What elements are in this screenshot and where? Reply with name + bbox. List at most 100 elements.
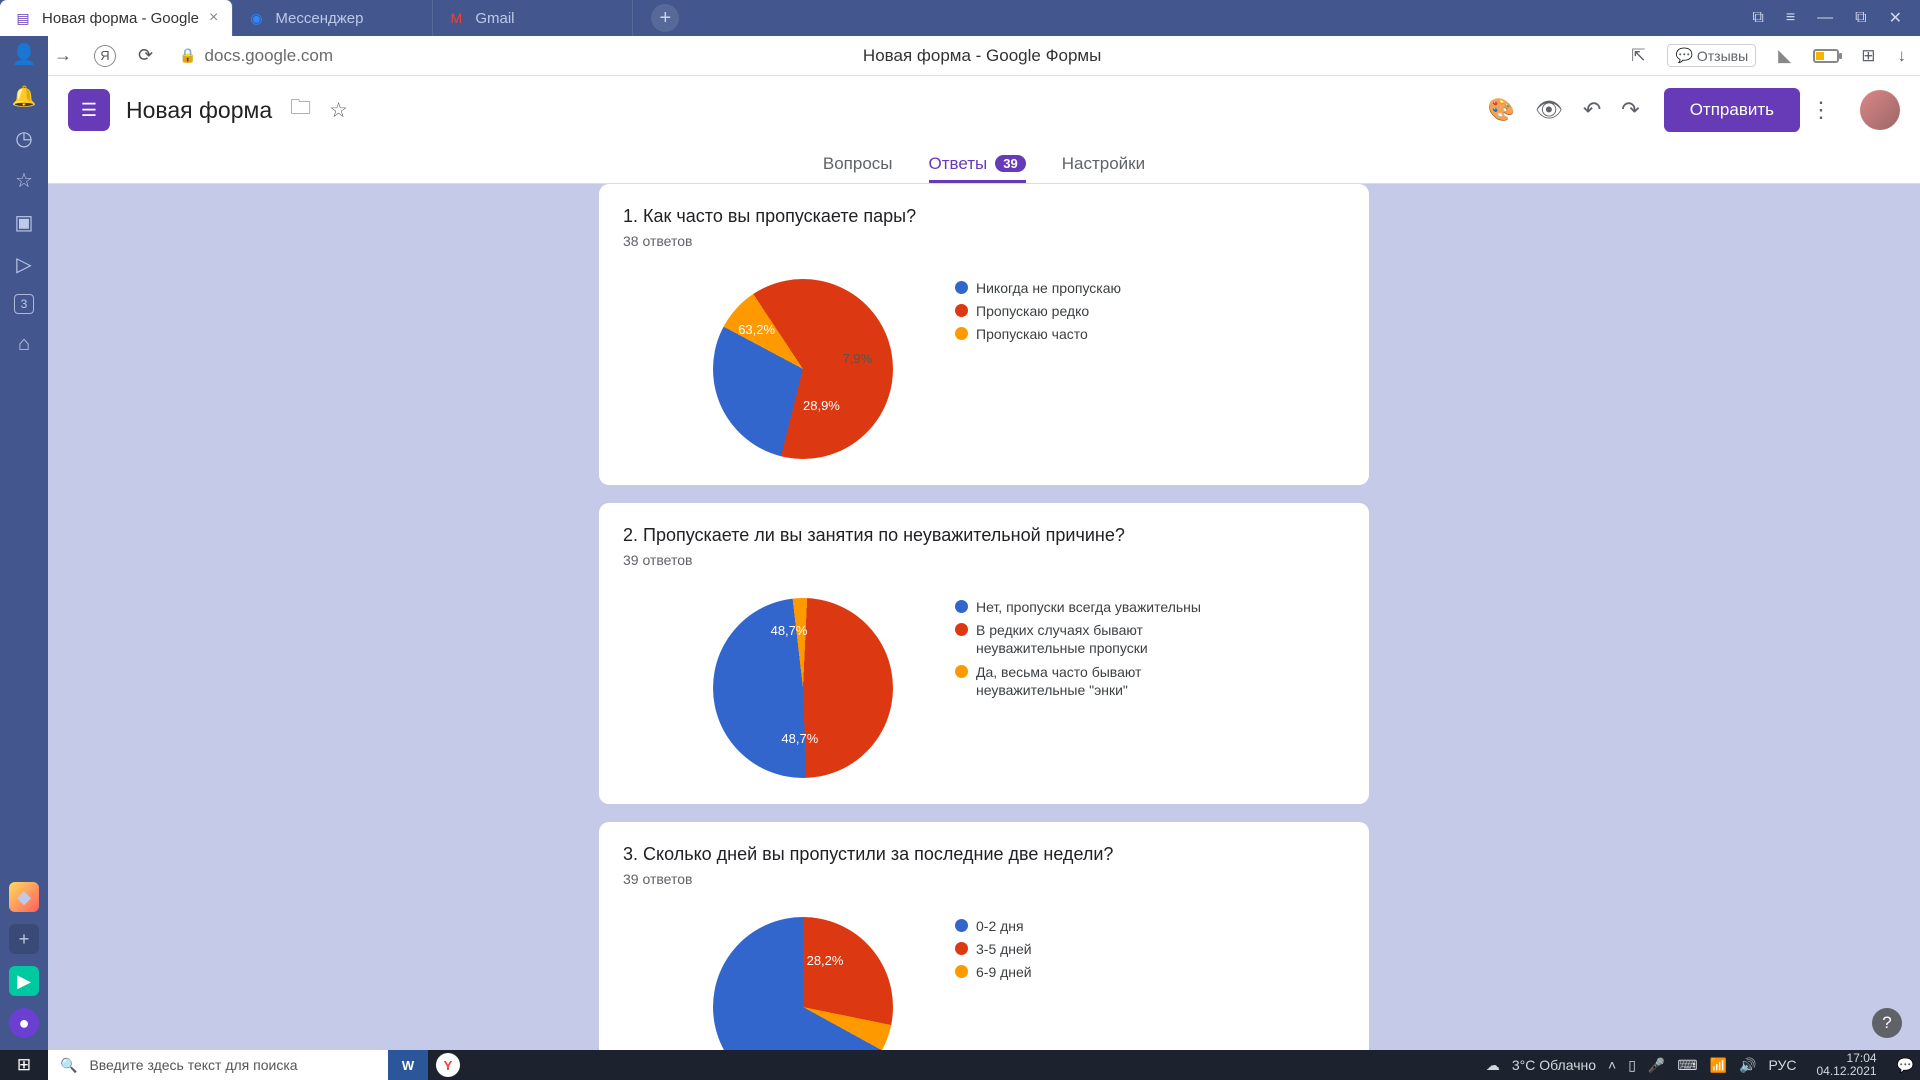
tab-label: Новая форма - Google: [42, 10, 199, 27]
close-window-icon[interactable]: ✕: [1889, 8, 1902, 28]
menu-icon[interactable]: ≡: [1786, 9, 1795, 27]
reload-icon[interactable]: ⟳: [138, 45, 153, 66]
slice-label: 28,2%: [807, 953, 844, 968]
clock[interactable]: 17:04 04.12.2021: [1809, 1052, 1885, 1078]
palette-icon[interactable]: 🎨: [1487, 97, 1514, 123]
new-tab-button[interactable]: +: [651, 4, 679, 32]
response-count: 39 ответов: [623, 871, 1345, 887]
legend-item: Пропускаю часто: [955, 325, 1121, 343]
legend-label: Пропускаю часто: [976, 325, 1088, 343]
chart-legend: 0-2 дня3-5 дней6-9 дней: [955, 917, 1032, 1050]
tab-label: Gmail: [475, 10, 514, 27]
tray-wifi-icon[interactable]: 📶: [1710, 1057, 1727, 1074]
window-controls: ⧉ ≡ — ⧉ ✕: [1752, 8, 1920, 28]
legend-dot-icon: [955, 665, 968, 678]
pie-chart: 63,2%7,9%28,9%: [713, 279, 893, 459]
maximize-icon[interactable]: ⧉: [1855, 9, 1866, 27]
address-box[interactable]: 🔒 docs.google.com: [179, 46, 333, 66]
star-outline-icon[interactable]: ☆: [329, 98, 348, 123]
minimize-icon[interactable]: —: [1817, 9, 1833, 27]
forms-favicon-icon: ▤: [14, 9, 32, 27]
slice-label: 63,2%: [738, 322, 775, 337]
extensions-icon[interactable]: ⊞: [1861, 46, 1875, 66]
forms-tabs: Вопросы Ответы 39 Настройки: [48, 144, 1920, 184]
slice-label: 48,7%: [771, 623, 808, 638]
notifications-icon[interactable]: 💬: [1897, 1057, 1914, 1074]
feedback-button[interactable]: 💬Отзывы: [1667, 44, 1756, 67]
question-card: 1. Как часто вы пропускаете пары?38 отве…: [599, 184, 1369, 485]
tray-volume-icon[interactable]: 🔊: [1739, 1057, 1756, 1074]
lock-icon: 🔒: [179, 47, 196, 64]
folder-icon[interactable]: 🗀: [290, 93, 311, 128]
copy-icon[interactable]: ⧉: [1752, 9, 1763, 27]
preview-icon[interactable]: 👁: [1535, 97, 1563, 123]
question-title: 2. Пропускаете ли вы занятия по неуважит…: [623, 525, 1345, 546]
legend-dot-icon: [955, 304, 968, 317]
weather-icon[interactable]: ☁: [1486, 1057, 1500, 1074]
legend-label: Никогда не пропускаю: [976, 279, 1121, 297]
legend-item: 0-2 дня: [955, 917, 1032, 935]
url-text: docs.google.com: [205, 46, 334, 66]
tray-usb-icon[interactable]: ▯: [1628, 1057, 1636, 1074]
undo-icon[interactable]: ↶: [1583, 97, 1601, 123]
legend-dot-icon: [955, 942, 968, 955]
start-button[interactable]: ⊞: [0, 1055, 48, 1075]
star-icon[interactable]: ☆: [12, 168, 36, 192]
browser-tab-active[interactable]: ▤ Новая форма - Google ×: [0, 0, 233, 36]
chart-legend: Никогда не пропускаю Пропускаю редко Пропу…: [955, 279, 1121, 459]
legend-item: В редких случаях бывают неуважительные п…: [955, 621, 1215, 657]
tab-questions[interactable]: Вопросы: [823, 144, 893, 183]
help-fab[interactable]: ?: [1872, 1008, 1902, 1038]
browser-tab[interactable]: ◉ Мессенджер: [233, 0, 433, 36]
urlbar-right: ⇱ 💬Отзывы ◣ ⊞ ↓: [1631, 44, 1906, 67]
history-icon[interactable]: ◷: [12, 126, 36, 150]
profile-icon[interactable]: 👤: [12, 42, 36, 66]
tray-chevron-icon[interactable]: ˄: [1608, 1057, 1616, 1073]
close-tab-icon[interactable]: ×: [209, 9, 218, 27]
search-placeholder: Введите здесь текст для поиска: [89, 1057, 297, 1073]
yandex-icon[interactable]: Я: [94, 45, 116, 67]
messenger-favicon-icon: ◉: [247, 9, 265, 27]
downloads-icon[interactable]: ↓: [1898, 46, 1907, 66]
chart-legend: Нет, пропуски всегда уважительныВ редких…: [955, 598, 1215, 778]
collections-icon[interactable]: ▣: [12, 210, 36, 234]
send-button[interactable]: Отправить: [1664, 88, 1800, 132]
windows-taskbar: ⊞ 🔍 Введите здесь текст для поиска W Y ☁…: [0, 1050, 1920, 1080]
cast-icon[interactable]: ⇱: [1631, 46, 1645, 66]
more-icon[interactable]: ⋮: [1810, 97, 1832, 123]
add-app-icon[interactable]: +: [9, 924, 39, 954]
page-title: Новая форма - Google Формы: [343, 46, 1621, 66]
bell-icon[interactable]: 🔔: [12, 84, 36, 108]
tray-mic-icon[interactable]: 🎤: [1648, 1057, 1665, 1074]
slice-label: 48,7%: [781, 731, 818, 746]
legend-dot-icon: [955, 281, 968, 294]
yandex-browser-icon[interactable]: Y: [436, 1053, 460, 1077]
forms-logo-icon[interactable]: ☰: [68, 89, 110, 131]
apps-icon[interactable]: 3: [14, 294, 34, 314]
legend-label: 0-2 дня: [976, 917, 1024, 935]
forward-icon[interactable]: →: [54, 45, 72, 66]
search-icon: 🔍: [60, 1057, 77, 1074]
weather-text[interactable]: 3°C Облачно: [1512, 1057, 1596, 1073]
pie-chart: 48,7% 48,7%: [713, 598, 893, 778]
play-icon[interactable]: ▷: [12, 252, 36, 276]
browser-tab[interactable]: M Gmail: [433, 0, 633, 36]
avatar[interactable]: [1860, 90, 1900, 130]
tray-lang-icon[interactable]: ⌨: [1677, 1057, 1697, 1074]
tab-answers[interactable]: Ответы 39: [929, 144, 1026, 183]
legend-label: Пропускаю редко: [976, 302, 1089, 320]
music-app-icon[interactable]: ▶: [9, 966, 39, 996]
word-app-icon[interactable]: W: [388, 1050, 428, 1080]
yandex-disk-icon[interactable]: ◆: [9, 882, 39, 912]
question-card: 3. Сколько дней вы пропустили за последн…: [599, 822, 1369, 1050]
taskbar-search[interactable]: 🔍 Введите здесь текст для поиска: [48, 1050, 388, 1080]
legend-item: 6-9 дней: [955, 963, 1032, 981]
alice-icon[interactable]: ●: [9, 1008, 39, 1038]
tab-settings[interactable]: Настройки: [1062, 144, 1145, 183]
screenshot-icon[interactable]: ⌂: [12, 332, 36, 356]
form-title[interactable]: Новая форма: [126, 97, 272, 124]
slice-label: 28,9%: [803, 398, 840, 413]
tray-lang-text[interactable]: РУС: [1768, 1057, 1796, 1073]
redo-icon[interactable]: ↷: [1621, 97, 1639, 123]
bookmark-icon[interactable]: ◣: [1778, 46, 1791, 66]
